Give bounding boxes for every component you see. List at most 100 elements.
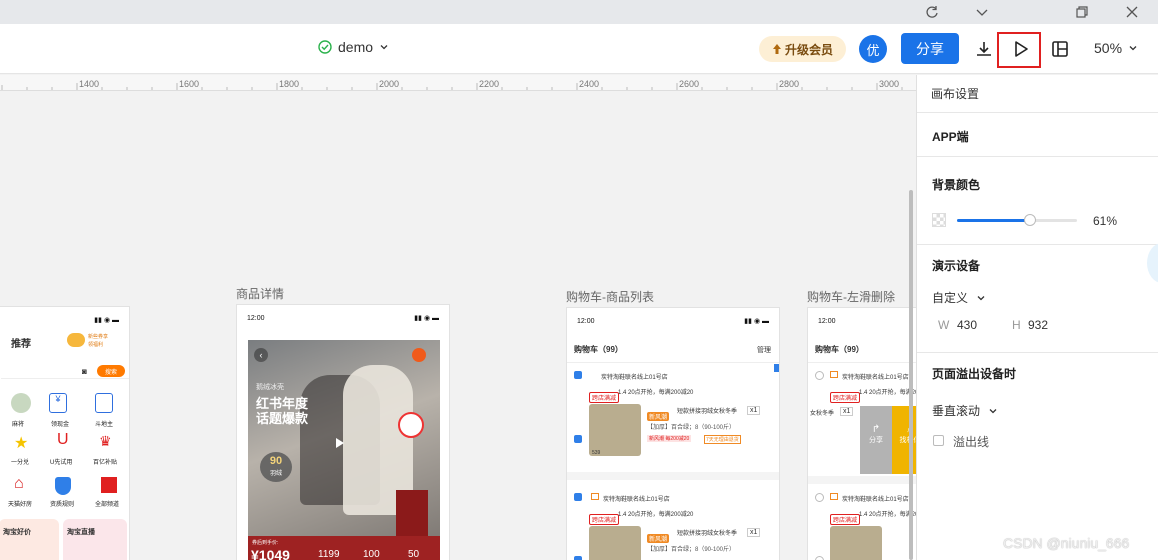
horizontal-ruler: 1400 1600 1800 2000 2200 2400 2600 2800 …: [0, 75, 916, 91]
coupon-tag: 7天无理由退货: [704, 435, 741, 444]
product-thumbnail[interactable]: [830, 526, 882, 560]
channels-icon[interactable]: [101, 477, 117, 493]
select-icon[interactable]: [574, 556, 582, 560]
overflow-mode-select[interactable]: 垂直滚动: [932, 402, 998, 419]
artboard-product-detail[interactable]: 12:00 ▮▮ ◉ ▬ ‹ 鹅绒冰壳 红书年度 话题爆款 90 羽绒 券后到手价…: [236, 304, 450, 560]
share-action-button[interactable]: ↱ 分享: [860, 406, 892, 474]
design-canvas[interactable]: ▮▮ ◉ ▬ 推荐 新些券享 领福利 搜索 ◙ ¥ 麻将 领现金 斗地主 ★ U…: [0, 91, 916, 560]
grid-label: 天猫好房: [8, 502, 33, 508]
divider: [808, 476, 916, 484]
cash-icon[interactable]: ¥: [49, 393, 67, 413]
overflow-line-checkbox[interactable]: [933, 435, 944, 446]
artboard-cart-list[interactable]: 12:00 ▮▮ ◉ ▬ 购物车（99） 管理 炭特淘鞋联名线上01号店 跨店满减…: [566, 307, 780, 560]
refresh-icon[interactable]: [909, 0, 955, 24]
select-icon[interactable]: [574, 493, 582, 501]
product-thumbnail[interactable]: [589, 404, 641, 456]
opacity-value: 61%: [1093, 214, 1118, 228]
width-input[interactable]: 430: [957, 318, 977, 332]
mahjong-icon[interactable]: [11, 393, 31, 413]
play-preview-icon[interactable]: [1006, 34, 1036, 64]
magnet-icon[interactable]: U: [57, 431, 69, 449]
artboard-title[interactable]: 商品详情: [236, 285, 284, 302]
quantity[interactable]: x1: [840, 407, 854, 416]
ruler-label: 1800: [279, 79, 300, 89]
zoom-value: 50%: [1094, 40, 1123, 56]
upgrade-member-button[interactable]: 升级会员: [759, 36, 846, 62]
camera-icon[interactable]: ◙: [82, 367, 87, 376]
grid-label: 百亿补贴: [93, 460, 118, 466]
coupon-icon: [67, 333, 85, 347]
price-bar: 券后到手价: ¥1049 1199 100 50: [248, 536, 440, 560]
subsidy-icon[interactable]: ♛: [99, 433, 112, 450]
quantity[interactable]: x1: [747, 528, 761, 537]
store-name[interactable]: 炭特淘鞋联名线上01号店: [842, 372, 909, 381]
select-circle[interactable]: [815, 556, 824, 560]
gift-bag-icon[interactable]: [396, 490, 428, 540]
grid-label: U先试用: [50, 460, 73, 466]
zoom-selector[interactable]: 50%: [1094, 40, 1138, 56]
download-icon[interactable]: [969, 34, 999, 64]
layout-panel-icon[interactable]: [1045, 34, 1075, 64]
select-circle[interactable]: [815, 493, 824, 502]
artboard-title[interactable]: 购物车-商品列表: [566, 288, 654, 305]
grid-label: 一分兑: [11, 460, 30, 466]
shield-icon[interactable]: [55, 477, 71, 495]
product-thumbnail[interactable]: [589, 526, 641, 560]
select-icon[interactable]: [574, 371, 582, 379]
item-name[interactable]: 短款拼接羽绒女秋冬季: [677, 528, 737, 537]
promo-tag: 跨店满减: [830, 392, 861, 403]
cart-badge-icon[interactable]: [412, 348, 426, 362]
manage-button[interactable]: 管理: [757, 345, 771, 355]
select-circle[interactable]: [815, 371, 824, 380]
select-icon[interactable]: [574, 435, 582, 443]
project-selector[interactable]: demo: [318, 39, 389, 55]
thumb-price: 539: [592, 450, 601, 456]
device-preset-select[interactable]: 自定义: [932, 289, 986, 306]
settings-panel: 画布设置 APP端 背景颜色 61% 演示设备 自定义 W 430 H 932 …: [916, 75, 1158, 560]
item-name[interactable]: 短款拼接羽绒女秋冬季: [677, 406, 737, 415]
height-label: H: [1012, 318, 1021, 332]
store-name[interactable]: 炭特淘鞋联名线上01号店: [842, 494, 909, 503]
artboard-title[interactable]: 购物车-左滑删除: [807, 288, 895, 305]
item-spec[interactable]: 【加厚】百合绿；8（90-100斤）: [647, 422, 735, 431]
opacity-slider-track[interactable]: [957, 219, 1077, 222]
card-title: 淘宝直播: [67, 529, 95, 536]
badge-number: 90: [269, 455, 283, 467]
house-icon[interactable]: ⌂: [14, 475, 24, 493]
back-icon[interactable]: ‹: [254, 348, 268, 362]
demo-device-label: 演示设备: [932, 259, 981, 273]
quantity[interactable]: x1: [747, 406, 761, 415]
artboard-swipe-delete[interactable]: 12:00 购物车（99） 炭特淘鞋联名线上01号店 跨店满减 1.4 20点开…: [807, 307, 916, 560]
close-icon[interactable]: [1109, 0, 1155, 24]
width-label: W: [938, 318, 950, 332]
store-name[interactable]: 炭特淘鞋联名线上01号店: [603, 494, 670, 503]
status-time: 12:00: [247, 314, 265, 322]
divider: [567, 472, 779, 480]
artboard-home[interactable]: ▮▮ ◉ ▬ 推荐 新些券享 领福利 搜索 ◙ ¥ 麻将 领现金 斗地主 ★ U…: [0, 306, 130, 560]
grid-label: 麻将: [12, 422, 25, 428]
search-button[interactable]: 搜索: [97, 365, 125, 377]
good-price-card[interactable]: 淘宝好价: [0, 519, 59, 560]
arrow-up-icon: [772, 44, 781, 54]
product-hero-image[interactable]: ‹ 鹅绒冰壳 红书年度 话题爆款 90 羽绒 券后到手价: ¥1049 1199…: [248, 340, 440, 560]
ruler-label: 3000: [879, 79, 900, 89]
star-icon[interactable]: ★: [14, 433, 28, 453]
transparency-swatch[interactable]: [932, 213, 946, 227]
canvas-scrollbar[interactable]: [909, 190, 913, 560]
store-name[interactable]: 炭特淘鞋联名线上01号店: [601, 372, 668, 381]
restore-icon[interactable]: [1059, 0, 1105, 24]
ruler-label: 2200: [479, 79, 500, 89]
overflow-label: 页面溢出设备时: [932, 367, 1017, 381]
panel-section: 背景颜色: [917, 157, 1158, 245]
live-avatar-icon[interactable]: [398, 412, 424, 438]
chevron-down-icon[interactable]: [959, 0, 1005, 24]
grid-label: 资质规则: [50, 502, 75, 508]
item-spec[interactable]: 【加厚】百合绿；8（90-100斤）: [647, 544, 735, 553]
live-card[interactable]: 淘宝直播: [63, 519, 127, 560]
ruler-label: 2000: [379, 79, 400, 89]
share-button[interactable]: 分享: [901, 33, 959, 64]
play-icon[interactable]: [336, 438, 344, 448]
landlord-icon[interactable]: [95, 393, 113, 413]
height-input[interactable]: 932: [1028, 318, 1048, 332]
user-avatar[interactable]: 优: [859, 35, 887, 63]
